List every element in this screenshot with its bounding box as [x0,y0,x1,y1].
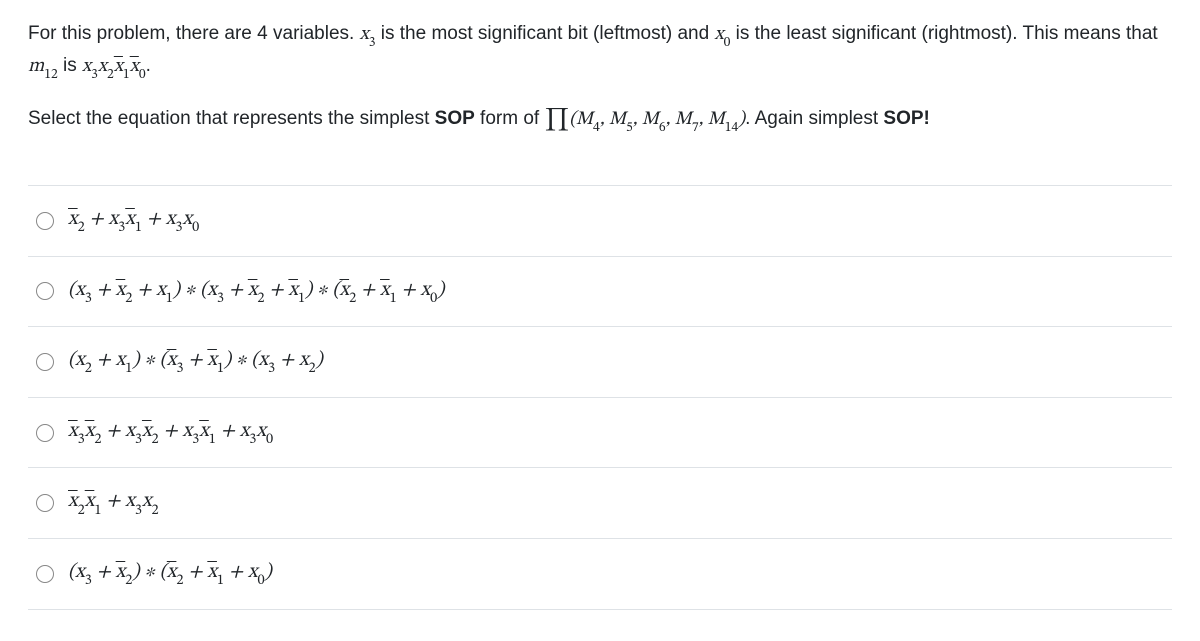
options-list: x2 + x3x1 + x3x0 (x3 + x2 + x1) ∗ (x3 + … [28,185,1172,610]
option-label: x2 + x3x1 + x3x0 [68,204,199,238]
option-label: (x3 + x2) ∗ (x2 + x1 + x0) [68,557,272,591]
radio-icon[interactable] [36,212,54,230]
radio-icon[interactable] [36,424,54,442]
option-label: (x2 + x1) ∗ (x3 + x1) ∗ (x3 + x2) [68,345,323,379]
option-label: x2x1 + x3x2 [68,486,159,520]
question-text: For this problem, there are 4 variables.… [28,20,1172,137]
question-paragraph-1: For this problem, there are 4 variables.… [28,20,1172,85]
option-1[interactable]: x2 + x3x1 + x3x0 [28,186,1172,257]
option-2[interactable]: (x3 + x2 + x1) ∗ (x3 + x2 + x1) ∗ (x2 + … [28,257,1172,328]
option-label: x3x2 + x3x2 + x3x1 + x3x0 [68,416,273,450]
question-paragraph-2: Select the equation that represents the … [28,103,1172,137]
option-3[interactable]: (x2 + x1) ∗ (x3 + x1) ∗ (x3 + x2) [28,327,1172,398]
option-label: (x3 + x2 + x1) ∗ (x3 + x2 + x1) ∗ (x2 + … [68,275,444,309]
radio-icon[interactable] [36,353,54,371]
option-4[interactable]: x3x2 + x3x2 + x3x1 + x3x0 [28,398,1172,469]
option-5[interactable]: x2x1 + x3x2 [28,468,1172,539]
radio-icon[interactable] [36,494,54,512]
radio-icon[interactable] [36,282,54,300]
option-6[interactable]: (x3 + x2) ∗ (x2 + x1 + x0) [28,539,1172,610]
radio-icon[interactable] [36,565,54,583]
